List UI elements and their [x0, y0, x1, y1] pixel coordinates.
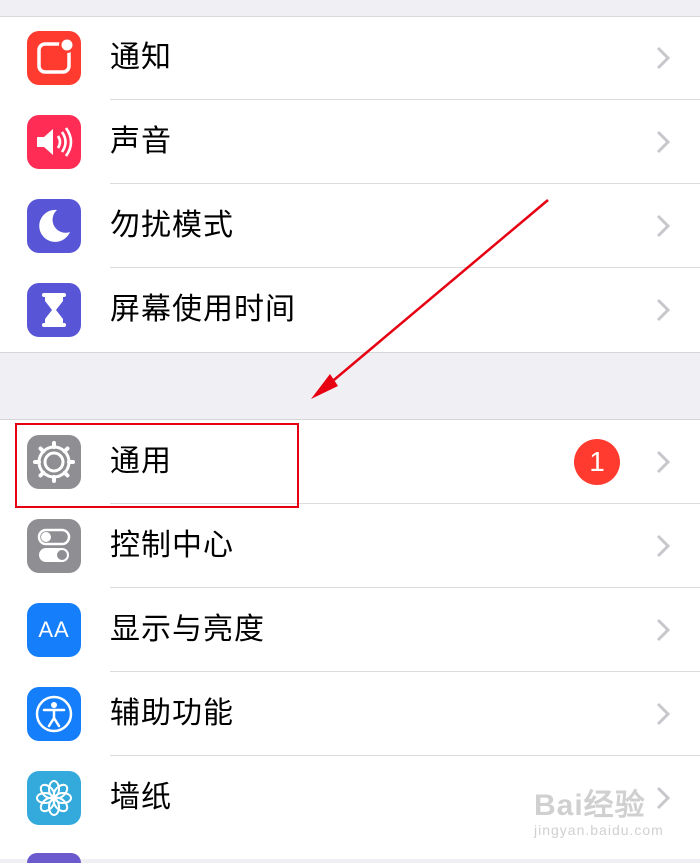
text-size-icon: AA: [27, 603, 81, 657]
row-label: 屏幕使用时间: [110, 292, 296, 327]
chevron-right-icon: [656, 618, 670, 642]
watermark-main: Bai经验: [534, 789, 646, 822]
settings-row-do-not-disturb[interactable]: 勿扰模式: [0, 184, 700, 268]
chevron-right-icon: [656, 298, 670, 322]
accessibility-icon: [27, 687, 81, 741]
row-label: 墙纸: [110, 780, 172, 815]
settings-row-accessibility[interactable]: 辅助功能: [0, 672, 700, 756]
row-label: 声音: [110, 124, 172, 159]
notification-badge: 1: [574, 439, 620, 485]
settings-row-screen-time[interactable]: 屏幕使用时间: [0, 268, 700, 352]
row-label: 显示与亮度: [110, 612, 265, 647]
chevron-right-icon: [656, 702, 670, 726]
chevron-right-icon: [656, 450, 670, 474]
settings-row-display-brightness[interactable]: AA 显示与亮度: [0, 588, 700, 672]
text-size-glyph: AA: [38, 617, 70, 642]
sound-icon: [27, 115, 81, 169]
settings-row-sounds[interactable]: 声音: [0, 100, 700, 184]
hourglass-icon: [27, 283, 81, 337]
gear-icon: [27, 435, 81, 489]
chevron-right-icon: [656, 130, 670, 154]
next-row-icon-peek: [27, 853, 81, 863]
row-label: 控制中心: [110, 528, 234, 563]
settings-row-general[interactable]: 通用 1: [0, 420, 700, 504]
moon-icon: [27, 199, 81, 253]
settings-row-control-center[interactable]: 控制中心: [0, 504, 700, 588]
row-label: 勿扰模式: [110, 208, 234, 243]
settings-row-notifications[interactable]: 通知: [0, 16, 700, 100]
chevron-right-icon: [656, 46, 670, 70]
row-label: 辅助功能: [110, 696, 234, 731]
notifications-icon: [27, 31, 81, 85]
wallpaper-flower-icon: [27, 771, 81, 825]
watermark-sub: jingyan.baidu.com: [534, 822, 664, 838]
toggles-icon: [27, 519, 81, 573]
row-label: 通用: [110, 444, 172, 479]
chevron-right-icon: [656, 534, 670, 558]
row-label: 通知: [110, 40, 172, 75]
chevron-right-icon: [656, 214, 670, 238]
settings-group-top: 通知 声音 勿扰模式 屏幕使用时间: [0, 0, 700, 353]
baidu-watermark: Bai经验 jingyan.baidu.com: [534, 780, 694, 844]
